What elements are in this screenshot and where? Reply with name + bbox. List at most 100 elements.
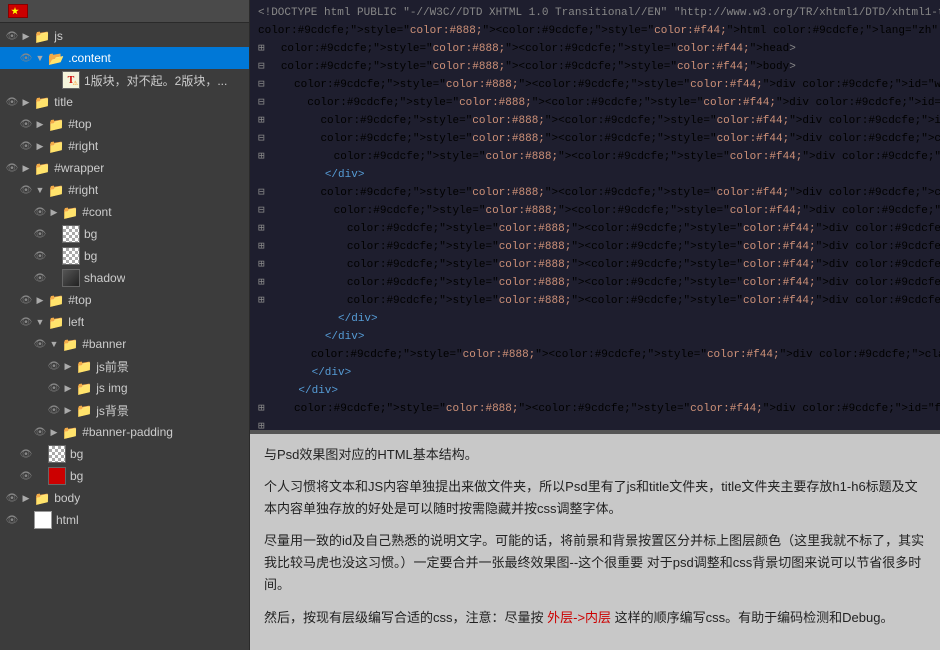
eye-icon[interactable]: 👁 xyxy=(46,405,62,416)
eye-icon[interactable]: 👁 xyxy=(46,383,62,394)
toggle-arrow-icon[interactable]: ▶ xyxy=(20,163,32,174)
eye-icon[interactable]: 👁 xyxy=(32,427,48,438)
toggle-arrow-icon[interactable]: ▶ xyxy=(20,31,32,42)
tree-item-html[interactable]: 👁html xyxy=(0,509,249,531)
tree-item-bg1[interactable]: 👁bg xyxy=(0,223,249,245)
toggle-arrow-icon[interactable]: ▶ xyxy=(34,119,46,130)
text-paragraph: 与Psd效果图对应的HTML基本结构。 xyxy=(264,444,926,466)
folder-icon: 📁 xyxy=(76,360,92,373)
layer-label: js前景 xyxy=(96,358,129,375)
eye-icon[interactable]: 👁 xyxy=(4,515,20,526)
eye-icon[interactable]: 👁 xyxy=(4,31,20,42)
tree-item-bg3[interactable]: 👁bg xyxy=(0,443,249,465)
tree-item-js-bg[interactable]: 👁▶📁js背景 xyxy=(0,399,249,421)
tree-item-top1[interactable]: 👁▶📁#top xyxy=(0,113,249,135)
tree-item-js-front[interactable]: 👁▶📁 js前景 xyxy=(0,355,249,377)
code-line: ⊞ color:#9cdcfe;">style="color:#888;"><c… xyxy=(258,148,932,166)
thumb-checker-icon xyxy=(62,247,80,265)
thumb-checker-icon xyxy=(62,225,80,243)
tree-item-banner-padding[interactable]: 👁▶📁#banner-padding xyxy=(0,421,249,443)
code-line: ⊞ color:#9cdcfe;">style="color:#888;"><c… xyxy=(258,256,932,274)
toggle-arrow-icon[interactable]: ▼ xyxy=(34,53,46,63)
expand-icon[interactable]: ⊟ xyxy=(258,76,265,94)
eye-icon[interactable]: 👁 xyxy=(4,493,20,504)
eye-icon[interactable]: 👁 xyxy=(46,361,62,372)
main-panel: <!DOCTYPE html PUBLIC "-//W3C//DTD XHTML… xyxy=(250,0,940,650)
eye-icon[interactable]: 👁 xyxy=(4,163,20,174)
toggle-arrow-icon[interactable]: ▶ xyxy=(62,383,74,394)
expand-icon[interactable]: ⊟ xyxy=(258,130,265,148)
panel-header xyxy=(0,0,249,23)
toggle-arrow-icon[interactable]: ▼ xyxy=(34,317,46,327)
folder-icon: 📁 xyxy=(62,206,78,219)
eye-icon[interactable]: 👁 xyxy=(18,449,34,460)
code-line: ⊞ color:#9cdcfe;">style="color:#888;"><c… xyxy=(258,274,932,292)
eye-icon[interactable]: 👁 xyxy=(32,339,48,350)
toggle-arrow-icon[interactable]: ▶ xyxy=(20,493,32,504)
toggle-arrow-icon[interactable]: ▼ xyxy=(48,339,60,349)
tree-item-title[interactable]: 👁▶📁title xyxy=(0,91,249,113)
expand-icon[interactable]: ⊞ xyxy=(258,418,265,430)
thumb-white-icon xyxy=(34,511,52,529)
tree-item-left[interactable]: 👁▼📁left xyxy=(0,311,249,333)
tree-item-body[interactable]: 👁▶📁body xyxy=(0,487,249,509)
expand-icon[interactable]: ⊟ xyxy=(258,184,265,202)
eye-icon[interactable]: 👁 xyxy=(18,185,34,196)
expand-icon[interactable]: ⊞ xyxy=(258,220,265,238)
expand-icon[interactable]: ⊟ xyxy=(258,94,265,112)
folder-icon: 📂 xyxy=(48,52,64,65)
eye-icon[interactable]: 👁 xyxy=(32,273,48,284)
expand-icon[interactable]: ⊞ xyxy=(258,256,265,274)
code-line: ⊟ color:#9cdcfe;">style="color:#888;"><c… xyxy=(258,58,932,76)
expand-icon[interactable]: ⊞ xyxy=(258,292,265,310)
eye-icon[interactable]: 👁 xyxy=(4,97,20,108)
eye-icon[interactable]: 👁 xyxy=(32,207,48,218)
expand-icon[interactable]: ⊞ xyxy=(258,112,265,130)
code-line: </div> xyxy=(258,328,932,346)
code-line: ⊞ color:#9cdcfe;">style="color:#888;"><c… xyxy=(258,400,932,418)
layer-label: js背景 xyxy=(96,402,129,419)
eye-icon[interactable]: 👁 xyxy=(32,229,48,240)
tree-item-right1[interactable]: 👁▶📁#right xyxy=(0,135,249,157)
folder-icon: 📁 xyxy=(76,382,92,395)
expand-icon[interactable]: ⊞ xyxy=(258,400,265,418)
eye-icon[interactable]: 👁 xyxy=(18,141,34,152)
expand-icon[interactable]: ⊟ xyxy=(258,202,265,220)
folder-icon: 📁 xyxy=(48,140,64,153)
toggle-arrow-icon[interactable]: ▶ xyxy=(48,427,60,438)
tree-item-content-thumb[interactable]: T⚠1版块，对不起。2版块，... xyxy=(0,69,249,91)
tree-item-cont[interactable]: 👁▶📁#cont xyxy=(0,201,249,223)
eye-icon[interactable]: 👁 xyxy=(18,53,34,64)
text-paragraph: 然后，按现有层级编写合适的css，注意：尽量按 外层->内层 这样的顺序编写cs… xyxy=(264,607,926,629)
toggle-arrow-icon[interactable]: ▶ xyxy=(62,361,74,372)
tree-item-js-img[interactable]: 👁▶📁js img xyxy=(0,377,249,399)
eye-icon[interactable]: 👁 xyxy=(18,295,34,306)
tree-item-wrapper[interactable]: 👁▶📁#wrapper xyxy=(0,157,249,179)
expand-icon[interactable]: ⊞ xyxy=(258,40,265,58)
toggle-arrow-icon[interactable]: ▶ xyxy=(34,141,46,152)
text-paragraph: 个人习惯将文本和JS内容单独提出来做文件夹，所以Psd里有了js和title文件… xyxy=(264,476,926,520)
tree-item-shadow[interactable]: 👁shadow xyxy=(0,267,249,289)
tree-item-js[interactable]: 👁▶📁js xyxy=(0,25,249,47)
toggle-arrow-icon[interactable]: ▶ xyxy=(48,207,60,218)
toggle-arrow-icon[interactable]: ▶ xyxy=(20,97,32,108)
expand-icon[interactable]: ⊞ xyxy=(258,274,265,292)
tree-item-content[interactable]: 👁▼📂.content xyxy=(0,47,249,69)
expand-icon[interactable]: ⊟ xyxy=(258,58,265,76)
tree-item-top2[interactable]: 👁▶📁#top xyxy=(0,289,249,311)
thumb-shadow-icon xyxy=(62,269,80,287)
tree-item-bg4[interactable]: 👁bg xyxy=(0,465,249,487)
eye-icon[interactable]: 👁 xyxy=(18,119,34,130)
tree-item-banner[interactable]: 👁▼📁#banner xyxy=(0,333,249,355)
eye-icon[interactable]: 👁 xyxy=(32,251,48,262)
tree-item-right2[interactable]: 👁▼📁#right xyxy=(0,179,249,201)
expand-icon[interactable]: ⊞ xyxy=(258,148,265,166)
expand-icon[interactable]: ⊞ xyxy=(258,238,265,256)
toggle-arrow-icon[interactable]: ▼ xyxy=(34,185,46,195)
text-paragraph: 尽量用一致的id及自己熟悉的说明文字。可能的话，将前景和背景按置区分并标上图层颜… xyxy=(264,530,926,596)
toggle-arrow-icon[interactable]: ▶ xyxy=(34,295,46,306)
toggle-arrow-icon[interactable]: ▶ xyxy=(62,405,74,416)
eye-icon[interactable]: 👁 xyxy=(18,471,34,482)
tree-item-bg2[interactable]: 👁bg xyxy=(0,245,249,267)
eye-icon[interactable]: 👁 xyxy=(18,317,34,328)
